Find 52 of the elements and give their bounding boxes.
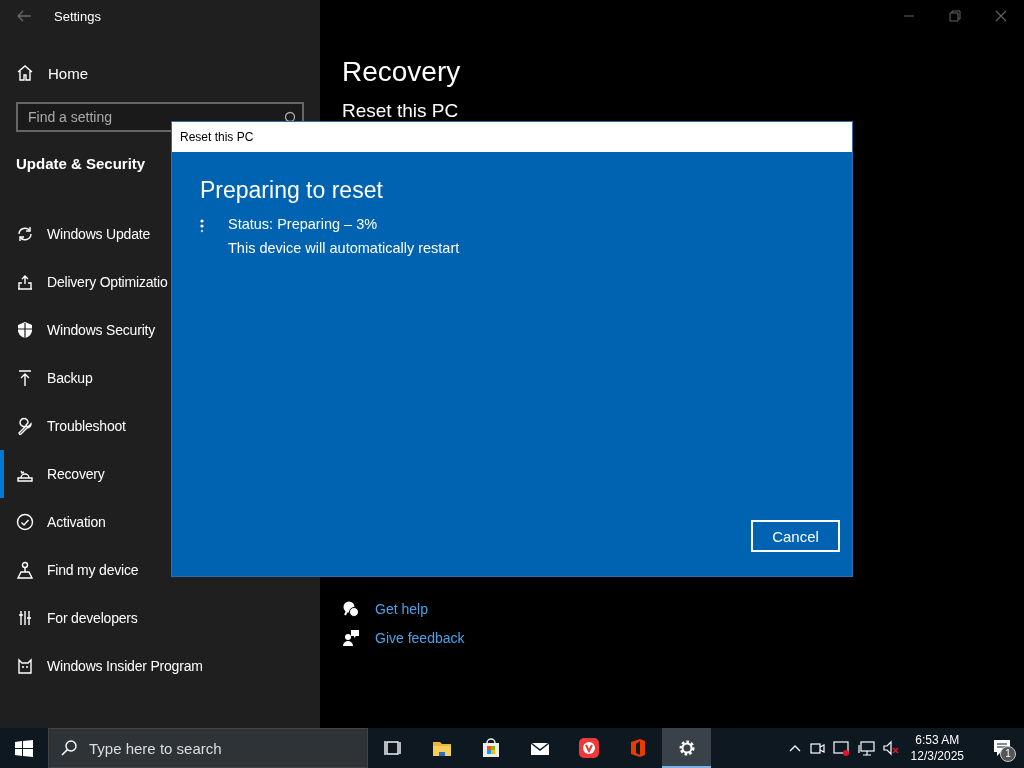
search-icon (60, 739, 78, 757)
home-link[interactable]: Home (0, 57, 320, 89)
clock[interactable]: 6:53 AM 12/3/2025 (910, 732, 964, 764)
nav-item[interactable]: Backup (0, 354, 320, 402)
nav-item[interactable]: Activation (0, 498, 320, 546)
camera-icon[interactable] (808, 740, 825, 756)
display-error-icon[interactable] (832, 739, 850, 757)
developer-tools-icon (16, 609, 34, 627)
person-pin-icon (16, 561, 34, 579)
help-link[interactable]: Get help (375, 601, 428, 617)
nav-item[interactable]: Windows Security (0, 306, 320, 354)
clock-date: 12/3/2025 (910, 748, 964, 764)
nav-item[interactable]: Windows Insider Program (0, 642, 320, 690)
shopping-bag-icon (480, 738, 501, 758)
window-title: Settings (54, 8, 101, 24)
cancel-button[interactable]: Cancel (751, 520, 840, 552)
home-icon (16, 64, 34, 82)
notification-badge: 1 (1000, 746, 1016, 762)
taskbar-app[interactable] (662, 728, 711, 768)
upload-tray-icon (16, 273, 34, 291)
back-arrow-icon[interactable] (16, 8, 32, 24)
help-chat-icon (342, 600, 360, 618)
page-title: Recovery (342, 55, 462, 89)
section-heading: Update & Security (15, 155, 147, 172)
nav-item[interactable]: Find my device (0, 546, 320, 594)
nav-item[interactable]: For developers (0, 594, 320, 642)
shield-icon (16, 321, 34, 339)
section-heading: Reset this PC (342, 99, 460, 123)
nav-item[interactable]: Recovery (0, 450, 320, 498)
nav-item[interactable]: Troubleshoot (0, 402, 320, 450)
nav-item[interactable]: Delivery Optimizatio (0, 258, 320, 306)
status-text: Status: Preparing – 3% (228, 216, 379, 232)
spinner-icon (200, 219, 204, 233)
refresh-icon (16, 225, 34, 243)
check-circle-icon (16, 513, 34, 531)
windows-logo-icon (15, 739, 33, 757)
v-logo-icon (578, 738, 599, 758)
upload-arrow-icon (16, 369, 34, 387)
taskbar-search-field[interactable]: Type here to search (48, 728, 368, 768)
wrench-icon (16, 417, 34, 435)
task-view-icon (382, 738, 403, 758)
clock-time: 6:53 AM (915, 732, 960, 748)
dialog-title: Reset this PC (172, 122, 852, 152)
close-icon[interactable] (995, 10, 1007, 22)
dialog-heading: Preparing to reset (200, 176, 384, 204)
restart-note: This device will automatically restart (228, 240, 460, 256)
help-link[interactable]: Give feedback (375, 630, 465, 646)
speaker-muted-icon[interactable] (882, 740, 899, 756)
chevron-up-icon[interactable] (788, 743, 801, 753)
search-icon (284, 111, 296, 123)
network-icon[interactable] (857, 739, 875, 757)
feedback-person-icon (342, 629, 360, 647)
